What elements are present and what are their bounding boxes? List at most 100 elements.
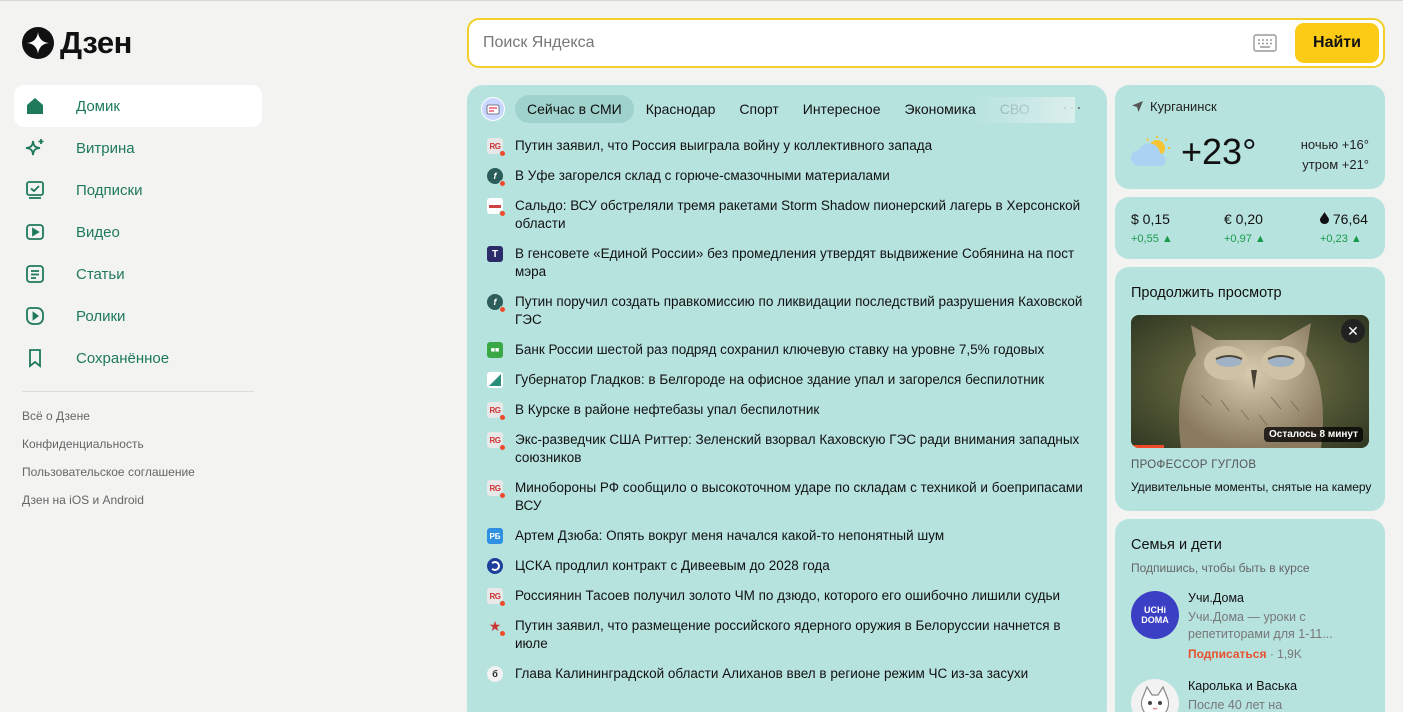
video-thumbnail[interactable]: ✕ Осталось 8 минут <box>1131 315 1369 448</box>
news-item[interactable]: RG В Курске в районе нефтебазы упал беспи… <box>487 401 1087 431</box>
logo[interactable]: Дзен <box>22 25 132 61</box>
sidebar: Дзен Домик Витрина Подписки Видео Статьи… <box>0 1 270 712</box>
rate-eur[interactable]: € 0,20 +0,97 ▲ <box>1224 211 1266 245</box>
subscriptions-icon <box>24 179 46 201</box>
news-item[interactable]: ■■ Банк России шестой раз подряд сохранил… <box>487 341 1087 371</box>
time-left-badge: Осталось 8 минут <box>1264 427 1363 442</box>
news-source-icon: RG <box>487 480 506 499</box>
news-source-icon: RG <box>487 402 506 421</box>
news-item[interactable]: РБ Артем Дзюба: Опять вокруг меня начался… <box>487 527 1087 557</box>
sidebar-item-subscriptions[interactable]: Подписки <box>14 169 262 211</box>
unread-dot-icon <box>499 414 506 421</box>
channel-item[interactable]: Каролька и Васька После 40 лет на Ставро… <box>1131 679 1358 712</box>
news-source-icon: РБ <box>487 528 503 544</box>
sidebar-item-shorts[interactable]: Ролики <box>14 295 262 337</box>
unread-dot-icon <box>499 630 506 637</box>
search-bar: Найти <box>467 18 1385 68</box>
sidebar-item-home[interactable]: Домик <box>14 85 262 127</box>
sidebar-item-showcase[interactable]: Витрина <box>14 127 262 169</box>
news-headline: Банк России шестой раз подряд сохранил к… <box>515 342 1045 357</box>
news-source-icon: ■■ <box>487 342 503 358</box>
location-arrow-icon <box>1131 100 1144 113</box>
news-item[interactable]: Губернатор Гладков: в Белгороде на офисн… <box>487 371 1087 401</box>
unread-dot-icon <box>499 150 506 157</box>
search-button[interactable]: Найти <box>1295 23 1379 63</box>
footer-link-terms[interactable]: Пользовательское соглашение <box>22 463 195 491</box>
footer-link-privacy[interactable]: Конфиденциальность <box>22 435 195 463</box>
forecast: ночью +16° утром +21° <box>1301 135 1369 175</box>
news-item[interactable]: RG Путин заявил, что Россия выиграла войн… <box>487 137 1087 167</box>
footer-link-apps[interactable]: Дзен на iOS и Android <box>22 491 195 519</box>
rate-value: $ 0,15 <box>1131 211 1170 227</box>
family-subtitle: Подпишись, чтобы быть в курсе <box>1131 561 1310 575</box>
news-headline: Россиянин Тасоев получил золото ЧМ по дз… <box>515 588 1061 603</box>
subscriber-count: 1,9K <box>1277 647 1302 661</box>
news-item[interactable]: RG Минобороны РФ сообщило о высокоточном … <box>487 479 1087 527</box>
tab-interesting[interactable]: Интересное <box>803 101 881 117</box>
sidebar-item-label: Ролики <box>76 307 126 325</box>
news-item[interactable]: f Путин поручил создать правкомиссию по л… <box>487 293 1087 341</box>
sidebar-nav: Домик Витрина Подписки Видео Статьи Роли… <box>14 85 262 379</box>
tab-krasnodar[interactable]: Краснодар <box>646 101 716 117</box>
night-temp: ночью +16° <box>1300 137 1369 152</box>
rate-usd[interactable]: $ 0,15 +0,55 ▲ <box>1131 211 1173 245</box>
weather-widget[interactable]: Курганинск +23° ночью +16° утром +21° <box>1115 85 1385 189</box>
sidebar-item-label: Сохранённое <box>76 349 170 367</box>
news-headline: Артем Дзюба: Опять вокруг меня начался к… <box>515 528 945 543</box>
news-item[interactable]: RG Россиянин Тасоев получил золото ЧМ по … <box>487 587 1087 617</box>
news-source-icon: б <box>487 666 503 682</box>
unread-dot-icon <box>499 210 506 217</box>
news-source-icon: f <box>487 294 506 313</box>
unread-dot-icon <box>499 492 506 499</box>
news-item[interactable]: T В генсовете «Единой России» без промедл… <box>487 245 1087 293</box>
news-headline: В Курске в районе нефтебазы упал беспило… <box>515 402 820 417</box>
news-item[interactable]: б Глава Калининградской области Алиханов … <box>487 665 1087 695</box>
avatar <box>1131 679 1179 712</box>
rate-change: +0,55 ▲ <box>1131 233 1173 245</box>
news-source-icon: f <box>487 168 506 187</box>
news-panel: Сейчас в СМИ Краснодар Спорт Интересное … <box>467 85 1107 712</box>
footer-link-about[interactable]: Всё о Дзене <box>22 407 195 435</box>
sidebar-item-video[interactable]: Видео <box>14 211 262 253</box>
home-icon <box>24 95 46 117</box>
channel-name[interactable]: Учи.Дома <box>1188 591 1358 605</box>
close-button[interactable]: ✕ <box>1341 319 1365 343</box>
channel-name[interactable]: ПРОФЕССОР ГУГЛОВ <box>1131 459 1256 471</box>
tab-svo[interactable]: СВО <box>1000 101 1030 117</box>
sidebar-item-label: Подписки <box>76 181 143 199</box>
news-source-logo-icon <box>481 97 505 121</box>
news-source-icon <box>487 558 503 574</box>
news-item[interactable]: f В Уфе загорелся склад с горюче-смазочны… <box>487 167 1087 197</box>
subscribe-button[interactable]: Подписаться <box>1188 647 1266 661</box>
rate-oil[interactable]: 76,64 +0,23 ▲ <box>1320 211 1368 245</box>
video-title[interactable]: Удивительные моменты, снятые на камеру <box>1131 480 1371 494</box>
rates-widget[interactable]: $ 0,15 +0,55 ▲ € 0,20 +0,97 ▲ 76,64 +0,2… <box>1115 197 1385 259</box>
tab-now-in-media[interactable]: Сейчас в СМИ <box>515 95 634 123</box>
dzen-logo-icon <box>22 27 54 59</box>
news-item[interactable]: RG Экс-разведчик США Риттер: Зеленский вз… <box>487 431 1087 479</box>
cat-avatar-icon <box>1140 685 1170 712</box>
channel-item[interactable]: UCHi DOMA Учи.Дома Учи.Дома — уроки с ре… <box>1131 591 1358 661</box>
channel-description: Учи.Дома — уроки с репетиторами для 1-11… <box>1188 610 1333 641</box>
sidebar-item-saved[interactable]: Сохранённое <box>14 337 262 379</box>
search-input[interactable] <box>469 20 1253 66</box>
sidebar-item-articles[interactable]: Статьи <box>14 253 262 295</box>
tab-sport[interactable]: Спорт <box>739 101 778 117</box>
more-tabs-button[interactable]: ··· <box>1062 97 1083 118</box>
channel-description: После 40 лет на Ставрополье <box>1188 698 1283 712</box>
news-item[interactable]: ★ Путин заявил, что размещение российског… <box>487 617 1087 665</box>
news-headline: В генсовете «Единой России» без промедле… <box>515 246 1075 279</box>
channel-name[interactable]: Каролька и Васька <box>1188 679 1358 693</box>
sidebar-divider <box>22 391 254 392</box>
news-item[interactable]: Сальдо: ВСУ обстреляли тремя ракетами St… <box>487 197 1087 245</box>
news-source-icon: T <box>487 246 503 262</box>
news-item[interactable]: ЦСКА продлил контракт с Дивеевым до 2028… <box>487 557 1087 587</box>
news-headline: Путин заявил, что Россия выиграла войну … <box>515 138 933 153</box>
tab-economy[interactable]: Экономика <box>904 101 975 117</box>
keyboard-icon[interactable] <box>1253 34 1277 52</box>
sparkle-icon <box>24 137 46 159</box>
family-title: Семья и дети <box>1131 537 1222 553</box>
news-headline: Путин поручил создать правкомиссию по ли… <box>515 294 1083 327</box>
location[interactable]: Курганинск <box>1131 99 1217 114</box>
news-headline: Экс-разведчик США Риттер: Зеленский взор… <box>515 432 1080 465</box>
